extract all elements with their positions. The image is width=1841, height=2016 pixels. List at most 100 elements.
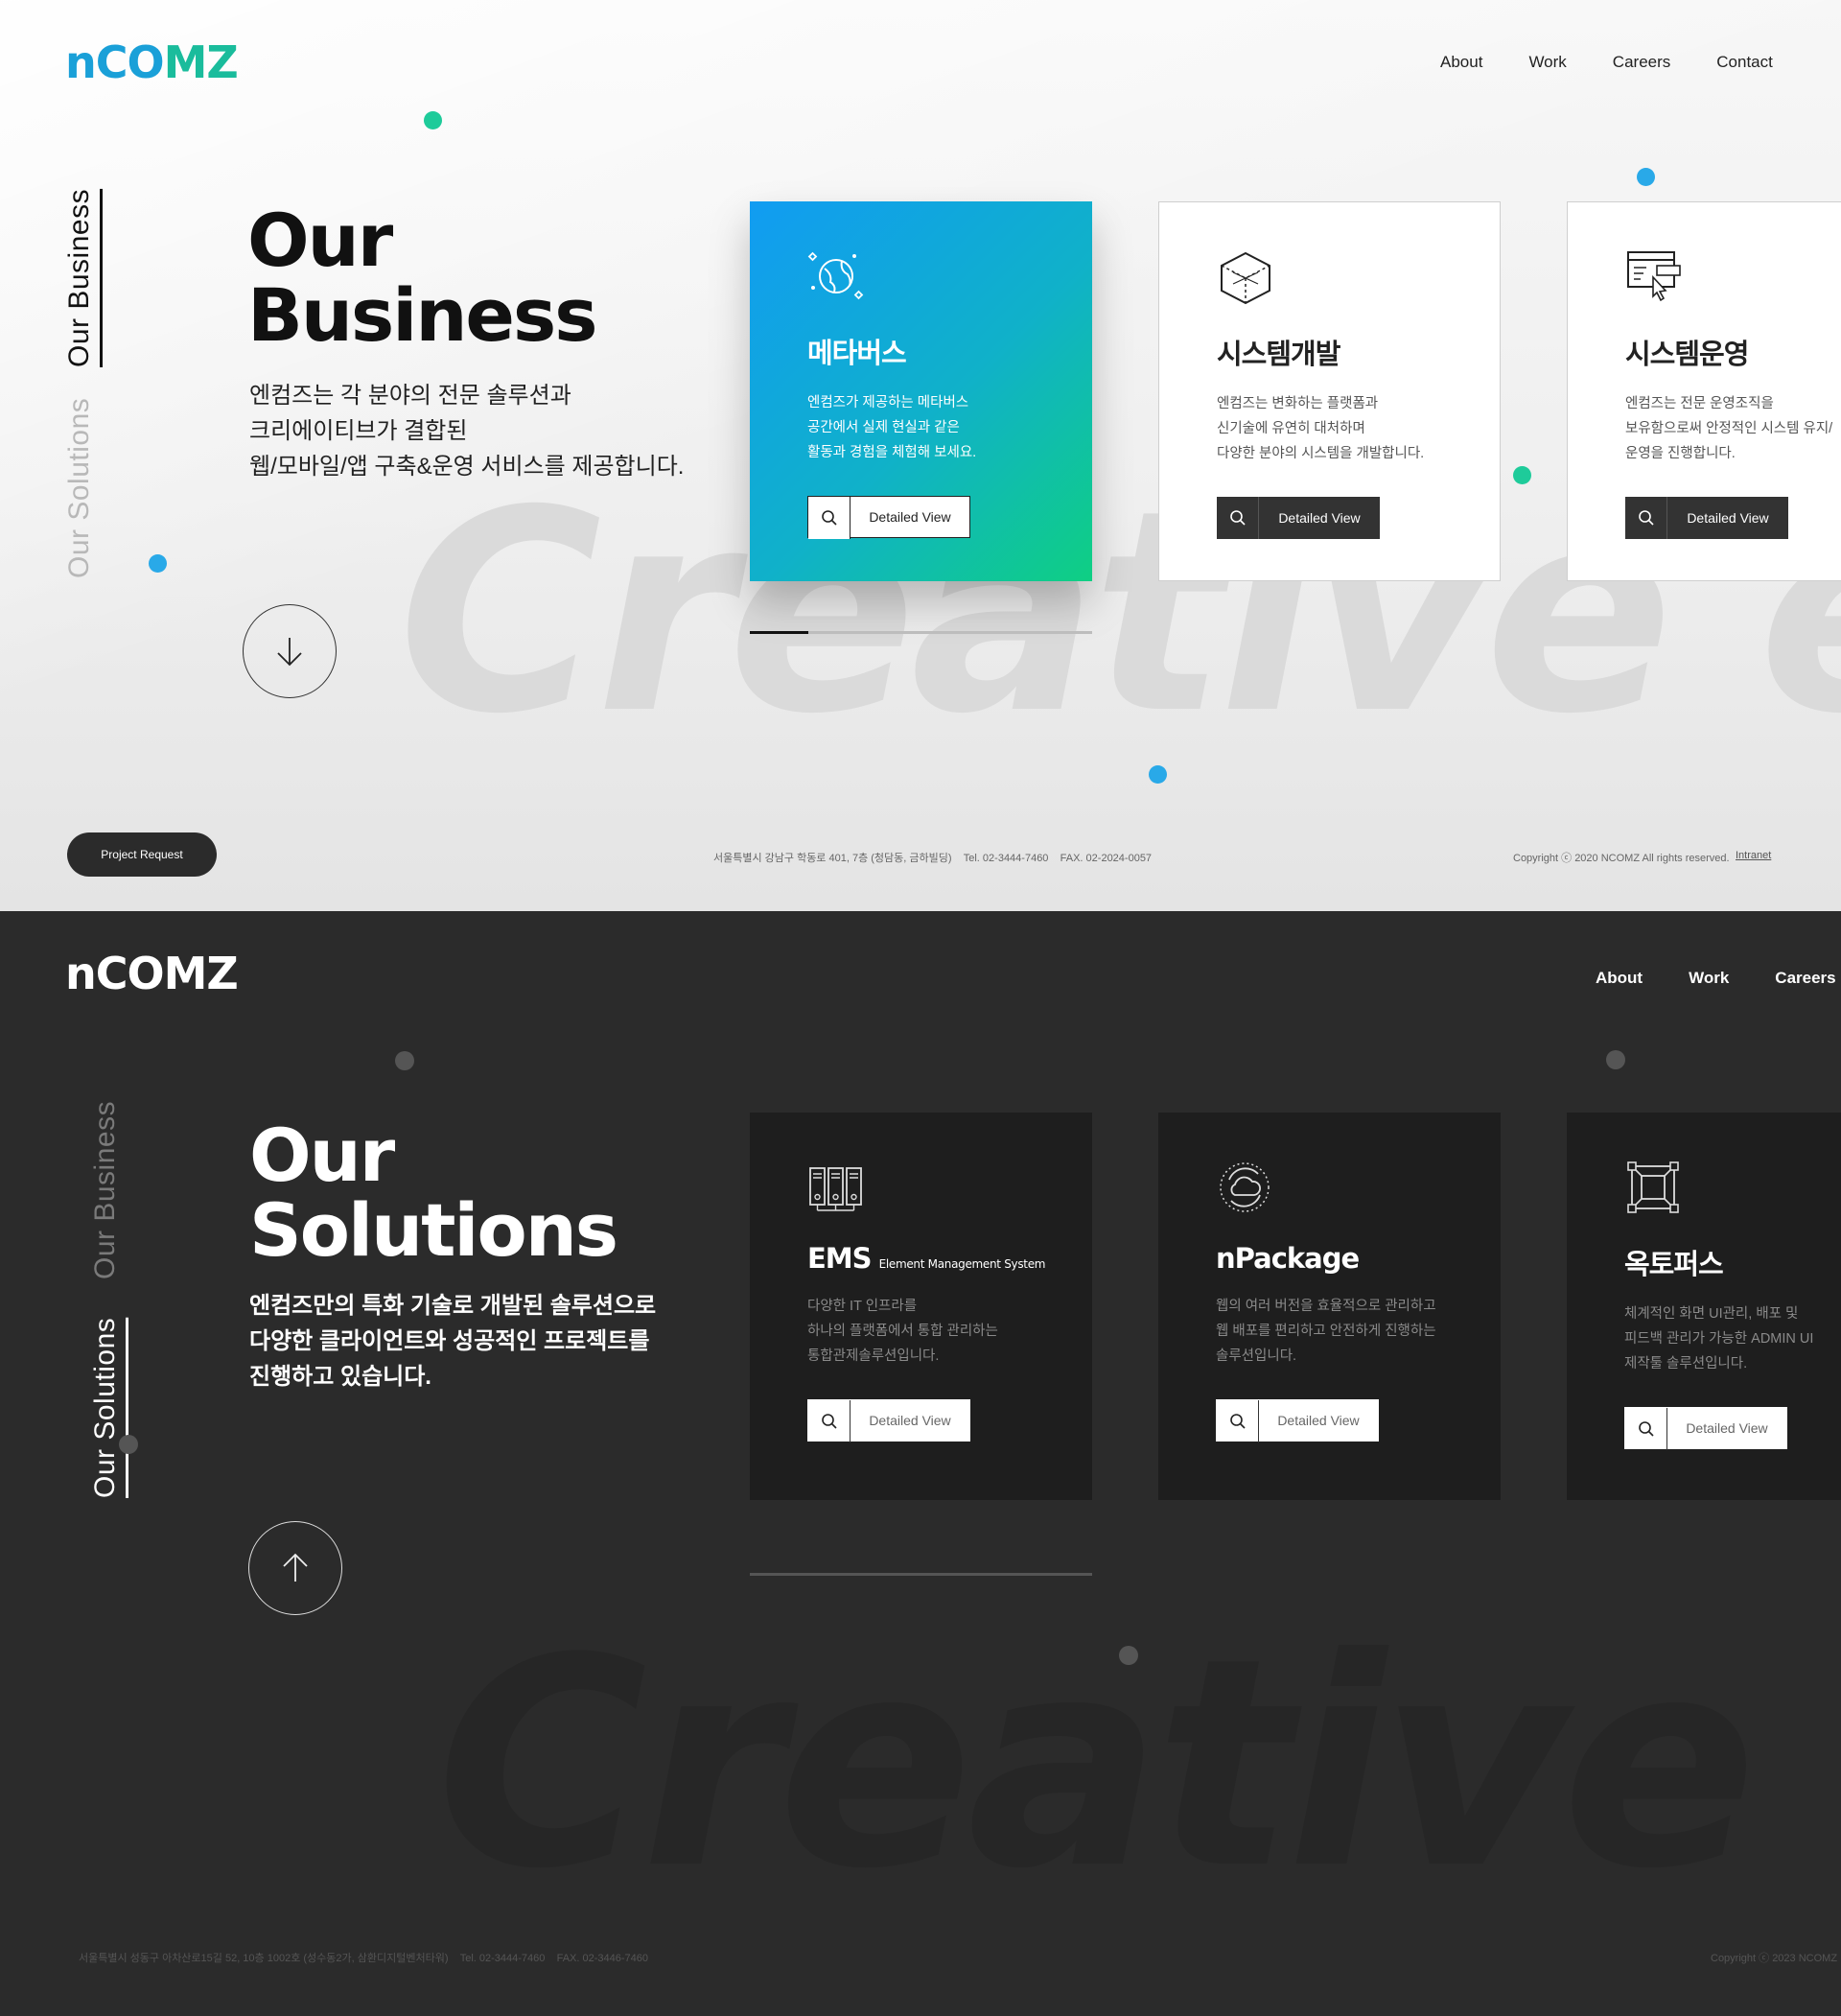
main-nav: About Work Careers Contact [1440,53,1773,72]
card-desc-line: 엔컴즈는 변화하는 플랫폼과 [1217,396,1379,411]
nav-contact[interactable]: Contact [1716,53,1773,72]
card-desc-line: 엔컴즈가 제공하는 메타버스 [807,395,969,410]
card-desc-line: 솔루션입니다. [1216,1348,1297,1364]
card-desc-line: 활동과 경험을 체험해 보세요. [807,445,977,460]
slider-progress-track[interactable] [750,631,1092,634]
detailed-view-label: Detailed View [1277,1413,1360,1428]
card-title-text: EMS [807,1242,873,1275]
business-card-system-dev[interactable]: 시스템개발 엔컴즈는 변화하는 플랫폼과 신기술에 유연히 대처하며 다양한 분… [1158,201,1501,581]
background-watermark: Creative e- [436,1597,1841,1932]
globe-icon [807,251,864,300]
search-icon [1217,1400,1259,1442]
card-desc-line: 다양한 분야의 시스템을 개발합니다. [1217,446,1425,461]
card-title: EMS Element Management System [807,1242,1045,1275]
card-desc-line: 보유함으로써 안정적인 시스템 유지/ [1625,421,1833,436]
card-desc-line: 운영을 진행합니다. [1625,446,1736,461]
business-card-system-ops[interactable]: 시스템운영 엔컴즈는 전문 운영조직을 보유함으로써 안정적인 시스템 유지/ … [1567,201,1841,581]
nav-about[interactable]: About [1596,969,1643,988]
decor-dot [1606,1050,1625,1069]
detailed-view-button[interactable]: Detailed View [1217,497,1380,539]
detailed-view-button[interactable]: Detailed View [1624,1407,1787,1450]
card-description: 웹의 여러 버전을 효율적으로 관리하고 웹 배포를 편리하고 안전하게 진행하… [1216,1294,1443,1369]
nav-about[interactable]: About [1440,53,1482,72]
detailed-view-button[interactable]: Detailed View [1216,1399,1379,1442]
arrow-down-icon [277,638,302,667]
logo[interactable]: nCOMZ [65,948,239,999]
search-icon [1625,1408,1667,1450]
detailed-view-label: Detailed View [869,1413,951,1428]
title-line-1: Our [249,1113,395,1198]
footer-copyright: Copyright ⓒ 2023 NCOMZ [1711,1953,1838,1964]
card-desc-line: 웹 배포를 편리하고 안전하게 진행하는 [1216,1324,1436,1339]
nav-careers[interactable]: Careers [1613,53,1670,72]
logo-part-1: nCO [65,36,165,88]
side-tab-our-business[interactable]: Our Business [89,1101,122,1279]
business-card-metaverse[interactable]: 메타버스 엔컴즈가 제공하는 메타버스 공간에서 실제 현실과 같은 활동과 경… [750,201,1092,581]
solution-card-octopus[interactable]: 옥토퍼스 체계적인 화면 UI관리, 배포 및 피드백 관리가 가능한 ADMI… [1567,1113,1841,1500]
detailed-view-label: Detailed View [1687,510,1769,526]
detailed-view-button[interactable]: Detailed View [1625,497,1788,539]
card-subtitle: Element Management System [878,1257,1046,1271]
card-desc-line: 제작툴 솔루션입니다. [1624,1356,1748,1371]
solution-card-npackage[interactable]: nPackage 웹의 여러 버전을 효율적으로 관리하고 웹 배포를 편리하고… [1158,1113,1501,1500]
card-desc-line: 통합관제솔루션입니다. [807,1348,940,1364]
frame-icon [1627,1161,1679,1213]
slider-progress-track[interactable] [750,1573,1092,1576]
hero-description: 엔컴즈만의 특화 기술로 개발된 솔루션으로 다양한 클라이언트와 성공적인 프… [249,1288,656,1395]
desc-line: 다양한 클라이언트와 성공적인 프로젝트를 [249,1328,650,1354]
solution-card-ems[interactable]: EMS Element Management System 다양한 IT 인프라를… [750,1113,1092,1500]
side-tab-our-solutions[interactable]: Our Solutions [89,1318,122,1498]
arrow-up-icon [283,1553,308,1582]
decor-dot [1149,765,1167,784]
scroll-up-button[interactable] [248,1521,342,1615]
card-title: 옥토퍼스 [1624,1248,1724,1280]
project-request-button[interactable]: Project Request [67,832,217,877]
card-description: 엔컴즈는 전문 운영조직을 보유함으로써 안정적인 시스템 유지/ 운영을 진행… [1625,391,1832,466]
slider-progress-fill [750,631,808,634]
desc-line: 크리에이티브가 결합된 [249,418,468,444]
desc-line: 웹/모바일/앱 구축&운영 서비스를 제공합니다. [249,454,685,480]
decor-dot [1119,1646,1138,1665]
card-desc-line: 웹의 여러 버전을 효율적으로 관리하고 [1216,1299,1436,1314]
detailed-view-button[interactable]: Detailed View [807,496,970,539]
decor-dot [424,111,442,129]
card-desc-line: 엔컴즈는 전문 운영조직을 [1625,396,1774,411]
nav-work[interactable]: Work [1689,969,1729,988]
hero-description: 엔컴즈는 각 분야의 전문 솔루션과 크리에이티브가 결합된 웹/모바일/앱 구… [249,378,684,484]
side-tab-our-business[interactable]: Our Business [63,189,96,367]
logo[interactable]: nCOMZ [65,36,239,88]
nav-careers[interactable]: Careers [1775,969,1835,988]
detailed-view-label: Detailed View [1686,1420,1768,1436]
intranet-link[interactable]: Intranet [1736,850,1771,861]
scroll-down-button[interactable] [243,604,337,698]
decor-dot [395,1051,414,1070]
card-title: 시스템운영 [1625,338,1749,370]
cube-icon [1221,251,1270,305]
decor-dot [119,1435,138,1454]
side-tab-our-solutions[interactable]: Our Solutions [63,398,96,578]
window-cursor-icon [1627,251,1681,302]
desc-line: 엔컴즈만의 특화 기술로 개발된 솔루션으로 [249,1293,657,1319]
page-title: Our Business [247,198,597,353]
card-desc-line: 신기술에 유연히 대처하며 [1217,421,1365,436]
card-description: 엔컴즈가 제공하는 메타버스 공간에서 실제 현실과 같은 활동과 경험을 체험… [807,390,1035,465]
detailed-view-label: Detailed View [1278,510,1361,526]
card-desc-line: 체계적인 화면 UI관리, 배포 및 [1624,1306,1799,1322]
business-section: Creative e-B nCOMZ About Work Careers Co… [0,0,1841,911]
page-title: Our Solutions [249,1113,618,1268]
card-desc-line: 공간에서 실제 현실과 같은 [807,420,960,435]
search-icon [1625,497,1667,539]
cloud-sync-icon [1220,1162,1270,1212]
footer-copyright: Copyright ⓒ 2020 NCOMZ All rights reserv… [1513,853,1730,864]
card-title: 시스템개발 [1217,338,1340,370]
footer-address: 서울특별시 성동구 아차산로15길 52, 10층 1002호 (성수동2가, … [79,1953,649,1964]
title-line-1: Our [247,198,393,283]
server-rack-icon [809,1167,862,1211]
detailed-view-label: Detailed View [851,497,969,537]
solutions-section: Creative e- nCOMZ About Work Careers Our… [0,911,1841,2016]
card-description: 체계적인 화면 UI관리, 배포 및 피드백 관리가 가능한 ADMIN UI … [1624,1301,1813,1376]
detailed-view-button[interactable]: Detailed View [807,1399,970,1442]
card-description: 엔컴즈는 변화하는 플랫폼과 신기술에 유연히 대처하며 다양한 분야의 시스템… [1217,391,1442,466]
nav-work[interactable]: Work [1528,53,1566,72]
card-desc-line: 다양한 IT 인프라를 [807,1299,918,1314]
